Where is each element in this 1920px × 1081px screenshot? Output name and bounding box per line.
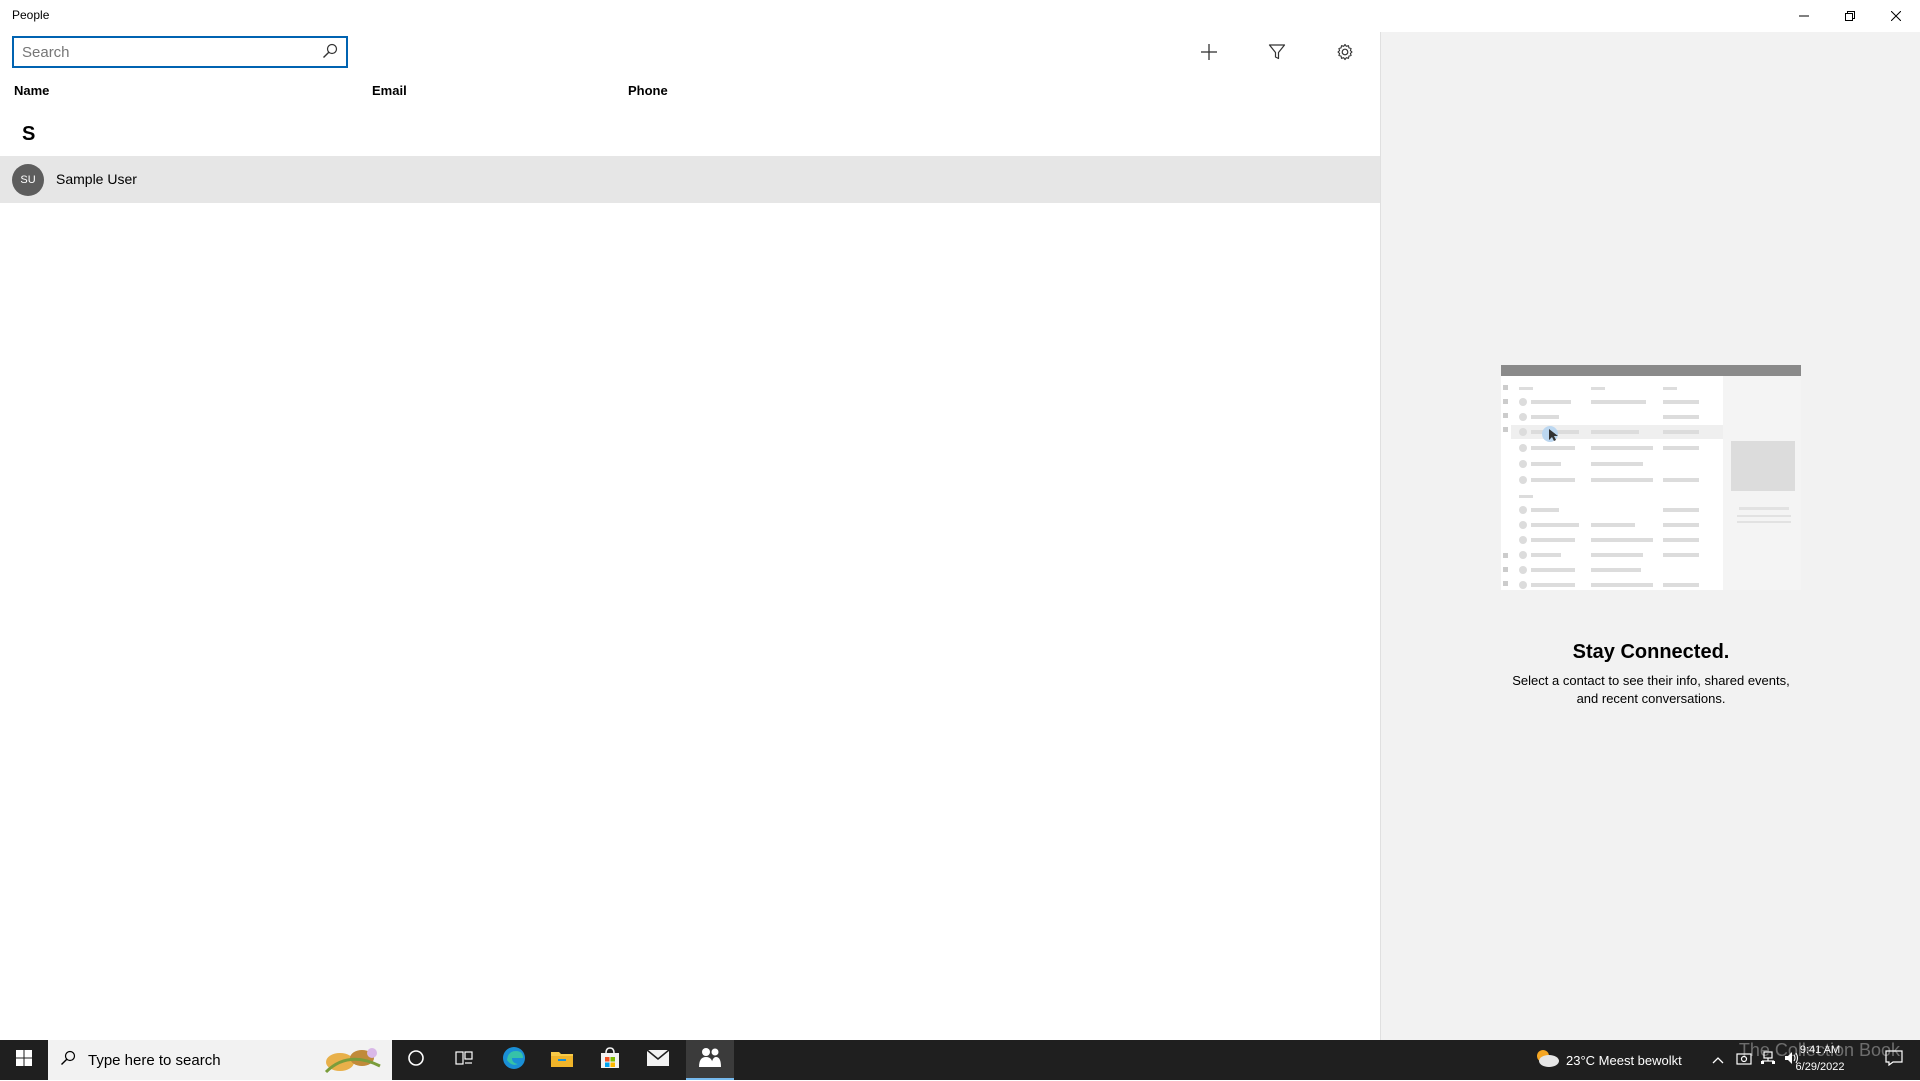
taskbar-search-placeholder: Type here to search [88,1051,221,1069]
taskbar-file-explorer[interactable] [538,1040,586,1080]
column-header-name[interactable]: Name [14,83,49,98]
empty-state-description: Select a contact to see their info, shar… [1512,673,1790,706]
avatar-initials: SU [20,174,36,186]
search-input[interactable] [22,38,312,66]
restore-button[interactable] [1827,0,1873,32]
cortana-button[interactable] [392,1040,440,1080]
window-title: People [12,8,50,22]
contacts-pane: Name Email Phone S SU Sample User [0,32,1380,1040]
search-box[interactable] [12,36,348,68]
task-view-icon [455,1049,473,1072]
start-button[interactable] [0,1040,48,1080]
chevron-up-icon [1712,1051,1724,1069]
taskbar-store[interactable] [586,1040,634,1080]
show-hidden-icons-button[interactable] [1706,1040,1730,1080]
empty-state-title: Stay Connected. [1572,641,1730,663]
title-bar: People [0,0,1920,32]
contact-name: Sample User [56,171,137,187]
taskbar-search-box[interactable]: Type here to search [48,1040,392,1080]
taskbar-edge[interactable] [490,1040,538,1080]
taskbar-mail[interactable] [634,1040,682,1080]
clock-date: 6/29/2022 [1795,1061,1845,1073]
settings-button[interactable] [1325,34,1365,74]
filter-button[interactable] [1257,34,1297,74]
watermark: The Collection Book [1738,1040,1900,1060]
add-contact-button[interactable] [1189,34,1229,74]
avatar: SU [12,164,44,196]
folder-icon [550,1048,574,1073]
windows-logo-icon [16,1049,32,1071]
restore-icon [1845,11,1855,21]
mail-icon [646,1048,670,1072]
people-icon [698,1046,722,1073]
weather-text: 23°C Meest bewolkt [1566,1052,1682,1068]
weather-widget[interactable]: 23°C Meest bewolkt [1534,1040,1694,1080]
gear-icon [1336,43,1354,66]
cloud-icon [1534,1048,1560,1073]
edge-icon [502,1046,526,1075]
close-button[interactable] [1873,0,1919,32]
column-header-email[interactable]: Email [372,83,407,98]
column-header-phone[interactable]: Phone [628,83,668,98]
close-icon [1891,11,1901,21]
group-header-s[interactable]: S [22,123,35,146]
details-pane: Stay Connected. Select a contact to see … [1380,32,1920,1040]
minimize-button[interactable] [1781,0,1827,32]
search-icon [322,43,338,64]
taskbar-people[interactable] [686,1040,734,1080]
search-highlight-icon[interactable] [318,1044,388,1081]
people-app-illustration [1501,365,1801,590]
search-icon [60,1050,76,1071]
store-bag-icon [599,1046,621,1074]
filter-icon [1268,43,1286,66]
minimize-icon [1799,11,1809,21]
search-button[interactable] [320,43,340,63]
task-view-button[interactable] [440,1040,488,1080]
cortana-icon [407,1049,425,1072]
contact-row[interactable]: SU Sample User [0,156,1380,203]
taskbar: Type here to search 23°C Meest bewolkt 9… [0,1040,1920,1080]
plus-icon [1200,43,1218,66]
